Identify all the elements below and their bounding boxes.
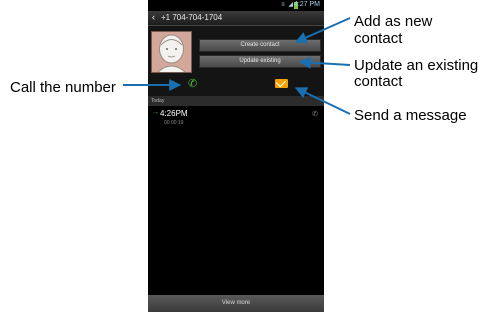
default-person-icon <box>157 34 186 73</box>
signal-icon: ≡ ◢ <box>281 2 294 8</box>
callout-update-line1: Update an existing <box>354 57 479 74</box>
outgoing-arrow-icon: → <box>152 109 159 116</box>
callout-send-message: Send a message <box>354 107 467 124</box>
call-time: 4:26PM <box>160 109 188 118</box>
phone-screen: ≡ ◢ 4:27 PM ‹ +1 704-704-1704 Create con… <box>148 0 324 312</box>
update-existing-button[interactable]: Update existing <box>199 55 321 68</box>
call-log-row[interactable]: → 4:26PM 00:00:19 ✆ <box>148 106 324 130</box>
status-time: 4:27 PM <box>293 1 320 8</box>
title-bar: ‹ +1 704-704-1704 <box>148 11 324 26</box>
contact-area: Create contact Update existing ✆ <box>148 26 324 96</box>
call-duration: 00:00:19 <box>164 120 184 126</box>
callout-update-line2: contact <box>354 73 403 90</box>
phone-icon[interactable]: ✆ <box>312 110 318 118</box>
status-bar: ≡ ◢ 4:27 PM <box>148 0 324 11</box>
call-icon[interactable]: ✆ <box>188 77 197 90</box>
phone-number-title: +1 704-704-1704 <box>161 13 223 22</box>
view-more-button[interactable]: View more <box>148 295 324 312</box>
callout-call-number: Call the number <box>10 79 116 96</box>
avatar <box>151 31 192 73</box>
back-icon[interactable]: ‹ <box>152 12 155 22</box>
create-contact-button[interactable]: Create contact <box>199 39 321 52</box>
section-header-today: Today <box>148 96 324 106</box>
callout-add-new-line2: contact <box>354 30 403 47</box>
callout-add-new-line1: Add as new <box>354 13 433 30</box>
message-icon[interactable] <box>275 79 288 88</box>
